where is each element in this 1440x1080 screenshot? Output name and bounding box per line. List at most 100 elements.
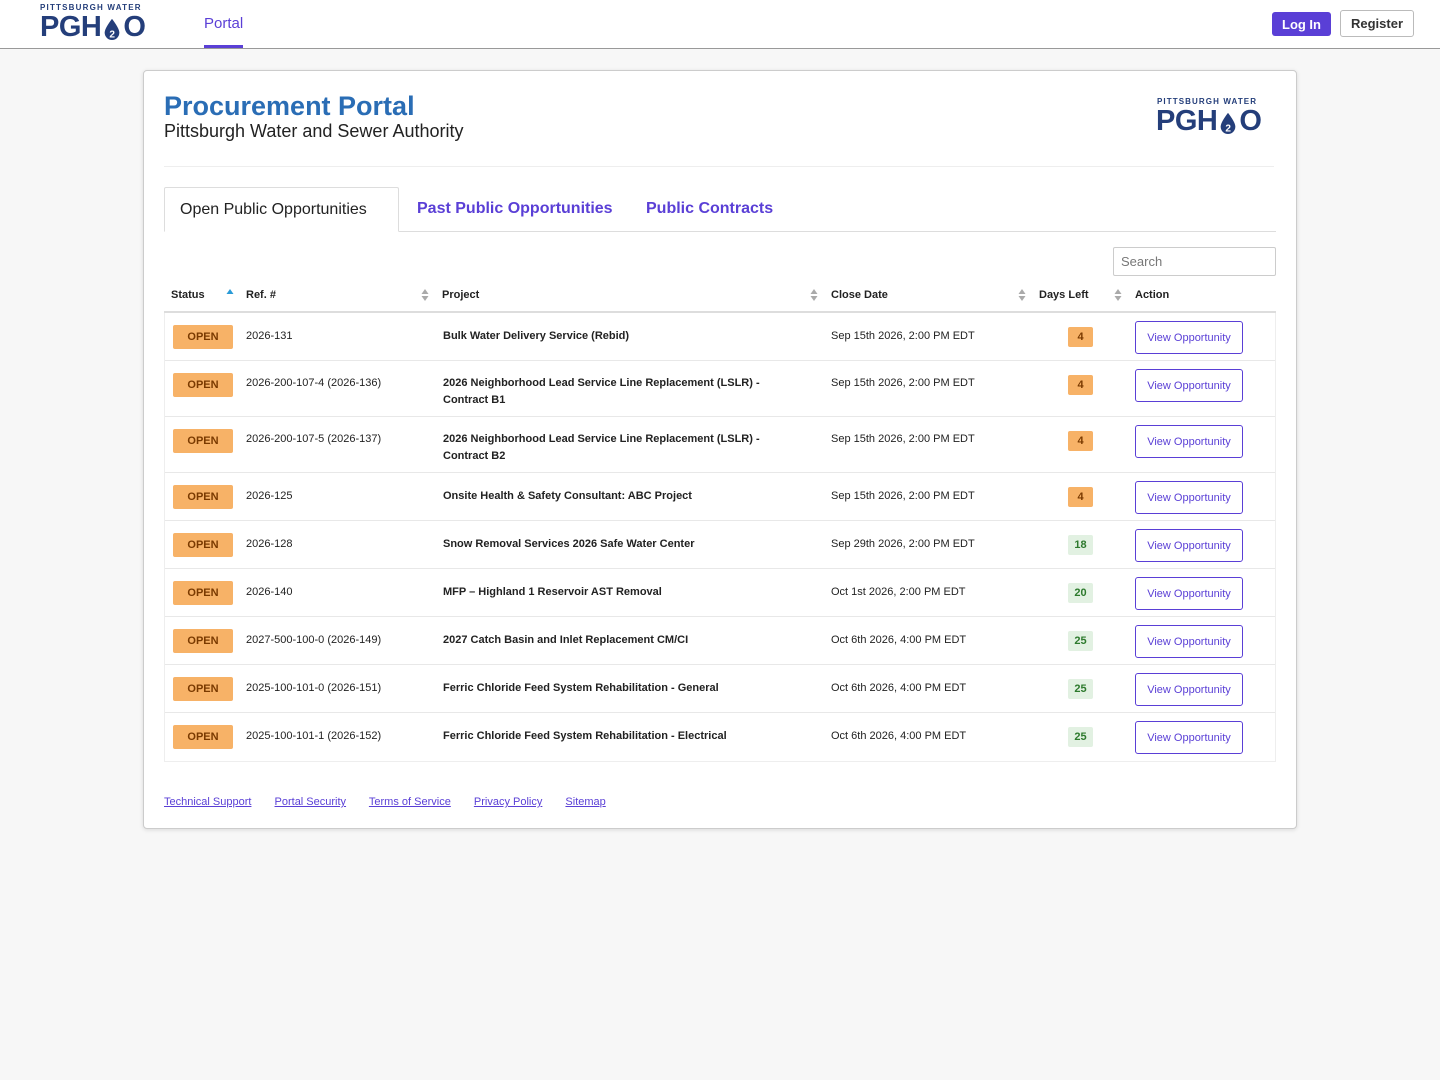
sort-close-date-icon[interactable] bbox=[1018, 288, 1026, 302]
sort-days-left-icon[interactable] bbox=[1114, 288, 1122, 302]
ref-cell: 2026-131 bbox=[246, 330, 293, 342]
sort-ref-icon[interactable] bbox=[421, 288, 429, 302]
days-left-badge: 25 bbox=[1068, 631, 1093, 651]
project-cell: Bulk Water Delivery Service (Rebid) bbox=[443, 330, 630, 342]
project-cell: 2026 Neighborhood Lead Service Line Repl… bbox=[443, 433, 760, 462]
close-date-cell: Sep 15th 2026, 2:00 PM EDT bbox=[831, 330, 975, 342]
table-row: OPEN 2025-100-101-1 (2026-152) Ferric Chlo… bbox=[165, 713, 1275, 761]
ref-cell: 2026-128 bbox=[246, 538, 293, 550]
table-row: OPEN 2026-140 MFP – Highland 1 Reservoir A… bbox=[165, 569, 1275, 617]
ref-cell: 2026-140 bbox=[246, 586, 293, 598]
status-badge: OPEN bbox=[173, 725, 233, 749]
pgh2o-logo[interactable]: PITTSBURGH WATER PGH 2 O bbox=[40, 2, 150, 46]
project-cell: Ferric Chloride Feed System Rehabilitati… bbox=[443, 682, 719, 694]
status-badge: OPEN bbox=[173, 677, 233, 701]
table-header: Status Ref. # Project Close Date Days Le… bbox=[164, 281, 1276, 313]
footer-portal-security-link[interactable]: Portal Security bbox=[275, 796, 347, 808]
status-badge: OPEN bbox=[173, 629, 233, 653]
footer-privacy-link[interactable]: Privacy Policy bbox=[474, 796, 542, 808]
page-title: Procurement Portal bbox=[164, 91, 415, 121]
status-badge: OPEN bbox=[173, 373, 233, 397]
project-cell: Ferric Chloride Feed System Rehabilitati… bbox=[443, 730, 727, 742]
days-left-badge: 4 bbox=[1068, 487, 1093, 507]
th-status[interactable]: Status bbox=[171, 281, 205, 311]
days-left-badge: 18 bbox=[1068, 535, 1093, 555]
ref-cell: 2026-200-107-4 (2026-136) bbox=[246, 377, 382, 389]
days-left-badge: 4 bbox=[1068, 431, 1093, 451]
th-days-left[interactable]: Days Left bbox=[1039, 281, 1089, 311]
view-opportunity-button[interactable]: View Opportunity bbox=[1135, 321, 1243, 354]
th-action: Action bbox=[1135, 281, 1169, 311]
search-input[interactable] bbox=[1113, 247, 1276, 276]
view-opportunity-button[interactable]: View Opportunity bbox=[1135, 529, 1243, 562]
nav-portal-tab[interactable]: Portal bbox=[204, 0, 244, 48]
close-date-cell: Sep 15th 2026, 2:00 PM EDT bbox=[831, 490, 975, 502]
project-cell: 2026 Neighborhood Lead Service Line Repl… bbox=[443, 377, 760, 406]
card-logo-right-text: O bbox=[1239, 105, 1262, 137]
table-row: OPEN 2027-500-100-0 (2026-149) 2027 Catch … bbox=[165, 617, 1275, 665]
table-row: OPEN 2026-128 Snow Removal Services 2026 S… bbox=[165, 521, 1275, 569]
tab-public-contracts[interactable]: Public Contracts bbox=[646, 187, 773, 232]
footer-links: Technical Support Portal Security Terms … bbox=[164, 796, 626, 808]
table-row: OPEN 2026-131 Bulk Water Delivery Service … bbox=[165, 313, 1275, 361]
th-ref[interactable]: Ref. # bbox=[246, 281, 276, 311]
status-badge: OPEN bbox=[173, 581, 233, 605]
logo-sub-text: 2 bbox=[110, 29, 116, 40]
close-date-cell: Oct 6th 2026, 4:00 PM EDT bbox=[831, 730, 967, 742]
header-divider bbox=[164, 166, 1274, 167]
days-left-badge: 25 bbox=[1068, 727, 1093, 747]
card-logo-left-text: PGH bbox=[1156, 105, 1218, 137]
view-opportunity-button[interactable]: View Opportunity bbox=[1135, 425, 1243, 458]
ref-cell: 2027-500-100-0 (2026-149) bbox=[246, 634, 382, 646]
footer-terms-link[interactable]: Terms of Service bbox=[369, 796, 451, 808]
tab-open-opportunities[interactable]: Open Public Opportunities bbox=[164, 187, 399, 232]
th-project[interactable]: Project bbox=[442, 281, 479, 311]
table-row: OPEN 2026-125 Onsite Health & Safety Consu… bbox=[165, 473, 1275, 521]
ref-cell: 2026-125 bbox=[246, 490, 293, 502]
view-opportunity-button[interactable]: View Opportunity bbox=[1135, 369, 1243, 402]
days-left-badge: 4 bbox=[1068, 375, 1093, 395]
th-ref-label: Ref. # bbox=[246, 289, 276, 301]
view-opportunity-button[interactable]: View Opportunity bbox=[1135, 577, 1243, 610]
opportunity-tabs: Open Public Opportunities Past Public Op… bbox=[164, 187, 1276, 232]
ref-cell: 2025-100-101-0 (2026-151) bbox=[246, 682, 382, 694]
days-left-badge: 20 bbox=[1068, 583, 1093, 603]
close-date-cell: Sep 15th 2026, 2:00 PM EDT bbox=[831, 377, 975, 389]
logo-main-text: PGH 2 O bbox=[40, 11, 146, 43]
project-cell: 2027 Catch Basin and Inlet Replacement C… bbox=[443, 634, 689, 646]
logo-left-text: PGH bbox=[40, 11, 102, 43]
close-date-cell: Sep 15th 2026, 2:00 PM EDT bbox=[831, 433, 975, 445]
login-button[interactable]: Log In bbox=[1272, 12, 1331, 36]
view-opportunity-button[interactable]: View Opportunity bbox=[1135, 673, 1243, 706]
th-close-date[interactable]: Close Date bbox=[831, 281, 888, 311]
card-logo-sub-text: 2 bbox=[1226, 123, 1232, 134]
table-row: OPEN 2025-100-101-0 (2026-151) Ferric Chlo… bbox=[165, 665, 1275, 713]
view-opportunity-button[interactable]: View Opportunity bbox=[1135, 481, 1243, 514]
card-water-drop-icon: 2 bbox=[1218, 109, 1238, 134]
card-pgh2o-logo: PITTSBURGH WATER PGH 2 O bbox=[1156, 95, 1272, 141]
close-date-cell: Oct 1st 2026, 2:00 PM EDT bbox=[831, 586, 966, 598]
table-row: OPEN 2026-200-107-4 (2026-136) 2026 Neighb… bbox=[165, 361, 1275, 417]
top-nav: PITTSBURGH WATER PGH 2 O Portal Log In Reg… bbox=[0, 0, 1440, 49]
sort-asc-icon[interactable] bbox=[226, 288, 234, 302]
logo-right-text: O bbox=[123, 11, 146, 43]
th-close-date-label: Close Date bbox=[831, 289, 888, 301]
close-date-cell: Sep 29th 2026, 2:00 PM EDT bbox=[831, 538, 975, 550]
footer-technical-support-link[interactable]: Technical Support bbox=[164, 796, 251, 808]
project-cell: Onsite Health & Safety Consultant: ABC P… bbox=[443, 490, 692, 502]
view-opportunity-button[interactable]: View Opportunity bbox=[1135, 721, 1243, 754]
sort-project-icon[interactable] bbox=[810, 288, 818, 302]
view-opportunity-button[interactable]: View Opportunity bbox=[1135, 625, 1243, 658]
water-drop-icon: 2 bbox=[102, 15, 122, 40]
tab-past-opportunities[interactable]: Past Public Opportunities bbox=[417, 187, 613, 232]
table-body: OPEN 2026-131 Bulk Water Delivery Service … bbox=[164, 313, 1276, 762]
register-button[interactable]: Register bbox=[1340, 10, 1414, 37]
th-action-label: Action bbox=[1135, 289, 1170, 301]
page-subtitle: Pittsburgh Water and Sewer Authority bbox=[164, 121, 464, 141]
footer-sitemap-link[interactable]: Sitemap bbox=[565, 796, 605, 808]
close-date-cell: Oct 6th 2026, 4:00 PM EDT bbox=[831, 634, 967, 646]
close-date-cell: Oct 6th 2026, 4:00 PM EDT bbox=[831, 682, 967, 694]
th-project-label: Project bbox=[442, 289, 480, 301]
opportunities-table: Status Ref. # Project Close Date Days Le… bbox=[164, 281, 1276, 762]
days-left-badge: 4 bbox=[1068, 327, 1093, 347]
